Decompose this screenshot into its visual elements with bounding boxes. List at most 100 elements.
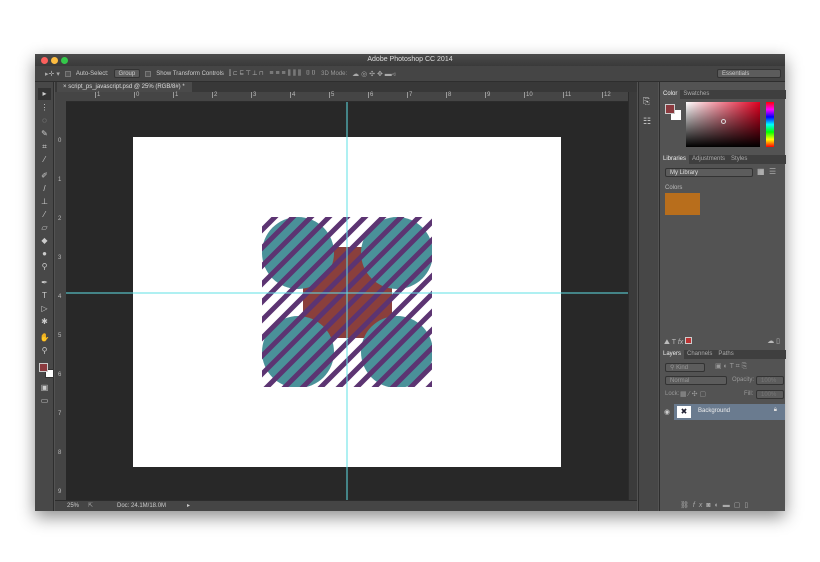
stripe	[442, 212, 622, 392]
document-tab[interactable]: × script_ps_javascript.psd @ 25% (RGB/8#…	[57, 82, 192, 92]
lock-icons[interactable]: ▦ ⁄ ✣ ▢	[680, 390, 706, 398]
tab-adjustments[interactable]: Adjustments	[689, 155, 728, 164]
hue-slider[interactable]	[766, 102, 774, 147]
layer-visibility-eye-icon[interactable]: ◉	[664, 408, 670, 416]
add-style-icon[interactable]: fx	[678, 339, 683, 346]
add-text-icon[interactable]: T	[672, 339, 676, 346]
paint-bucket-tool-icon[interactable]: ◆	[38, 235, 51, 247]
path-select-tool-icon[interactable]: ▷	[38, 303, 51, 315]
close-window-button[interactable]	[41, 57, 48, 64]
tab-styles[interactable]: Styles	[728, 155, 750, 164]
layer-filter-dropdown[interactable]: ⚲ Kind	[665, 363, 705, 372]
layers-footer-icons[interactable]: ⛓fx◙◐▬▢▯	[680, 501, 752, 509]
add-graphic-icon[interactable]: ⛰	[664, 339, 670, 346]
export-icon[interactable]: ⇱	[88, 501, 93, 511]
library-color-swatch[interactable]	[665, 193, 700, 215]
canvas-area[interactable]	[66, 102, 628, 500]
history-brush-tool-icon[interactable]: ⁄	[38, 209, 51, 221]
tab-libraries[interactable]: Libraries	[660, 155, 690, 164]
crop-tool-icon[interactable]: ⌗	[38, 141, 51, 153]
foreground-color-swatch[interactable]	[39, 363, 48, 372]
fill-input[interactable]: 100%	[756, 390, 784, 399]
list-view-icon[interactable]: ☰	[769, 167, 776, 176]
opacity-label: Opacity:	[732, 377, 755, 383]
ruler-label: 8	[58, 450, 62, 456]
dodge-tool-icon[interactable]: ⚲	[38, 261, 51, 273]
brush-tool-icon[interactable]: /	[38, 183, 51, 195]
status-menu-arrow-icon[interactable]: ▸	[187, 501, 190, 511]
stripe	[460, 212, 628, 392]
color-foreground-swatch[interactable]	[665, 104, 675, 114]
quick-select-tool-icon[interactable]: ✎	[38, 128, 51, 140]
blur-tool-icon[interactable]: ●	[38, 248, 51, 260]
screen-mode-icon[interactable]: ▭	[38, 395, 51, 407]
artwork	[66, 102, 628, 500]
color-spectrum[interactable]	[686, 102, 760, 147]
zoom-tool-icon[interactable]: ⚲	[38, 345, 51, 357]
align-icons[interactable]: ⫿ ⊏ ⊑ ⊤ ⊥ ⊓ ≡ ≡ ≡ ⫼ ⫼ ⫼ ▯▯	[229, 70, 316, 78]
add-color-icon[interactable]	[685, 337, 693, 344]
ruler-label: 7	[407, 92, 413, 98]
tab-color[interactable]: Color	[660, 90, 681, 99]
3d-mode-icons[interactable]: ☁ ◎ ✣ ✥ ▬◃	[352, 70, 395, 78]
grid-view-icon[interactable]: ▦	[757, 167, 765, 176]
options-bar: ▸✛ ▾ Auto-Select: Group Show Transform C…	[35, 66, 785, 82]
stripe	[586, 212, 628, 392]
pen-tool-icon[interactable]: ✒	[38, 277, 51, 289]
auto-select-checkbox[interactable]	[64, 70, 71, 77]
ruler-origin[interactable]	[55, 92, 66, 102]
zoom-window-button[interactable]	[61, 57, 68, 64]
healing-tool-icon[interactable]: ✐	[38, 170, 51, 182]
library-dropdown[interactable]: My Library	[665, 168, 753, 177]
ruler-label: 3	[58, 255, 62, 261]
color-panel-tabs: Color Swatches	[660, 90, 786, 99]
tab-channels[interactable]: Channels	[684, 350, 715, 359]
layer-row[interactable]: ✖ Background 🔒︎	[674, 404, 785, 420]
hand-tool-icon[interactable]: ✋	[38, 332, 51, 344]
eraser-tool-icon[interactable]: ▱	[38, 222, 51, 234]
filter-kind-label: Kind	[676, 365, 689, 371]
stamp-tool-icon[interactable]: ⊥	[38, 196, 51, 208]
close-tab-icon[interactable]: ×	[63, 84, 67, 90]
document-tab-title: script_ps_javascript.psd @ 25% (RGB/8#) …	[68, 84, 185, 90]
cloud-trash-icons[interactable]: ☁ ▯	[767, 337, 780, 345]
tab-paths[interactable]: Paths	[715, 350, 736, 359]
show-transform-label: Show Transform Controls	[156, 70, 224, 77]
ruler-label: 4	[290, 92, 296, 98]
type-tool-icon[interactable]: T	[38, 290, 51, 302]
ruler-label: 4	[58, 294, 62, 300]
tab-layers[interactable]: Layers	[660, 350, 685, 359]
ruler-label: 5	[329, 92, 335, 98]
tab-swatches[interactable]: Swatches	[680, 90, 712, 99]
eyedropper-tool-icon[interactable]: ⁄	[38, 154, 51, 166]
layer-name: Background	[698, 408, 731, 414]
show-transform-checkbox[interactable]	[145, 70, 152, 77]
opacity-input[interactable]: 100%	[756, 376, 784, 385]
marquee-tool-icon[interactable]: ⋮	[38, 102, 51, 114]
history-panel-icon[interactable]: ⎘	[643, 96, 650, 107]
ruler-label: 9	[485, 92, 491, 98]
stripe	[514, 212, 628, 392]
layer-filter-icons[interactable]: ▣ ◐ T ⌗ ⎘	[715, 362, 747, 371]
minimize-window-button[interactable]	[51, 57, 58, 64]
title-bar: Adobe Photoshop CC 2014	[35, 54, 785, 66]
lock-label: Lock:	[665, 391, 680, 397]
workspace-dropdown[interactable]: Essentials	[717, 69, 781, 78]
move-tool-preset-icon[interactable]: ▸✛ ▾	[45, 70, 60, 78]
ruler-label: 0	[134, 92, 140, 98]
color-picker-marker[interactable]	[721, 119, 726, 124]
zoom-level[interactable]: 25%	[67, 501, 79, 511]
vertical-scrollbar[interactable]	[628, 92, 637, 500]
library-footer-icons: ⛰ T fx ☁ ▯	[664, 337, 784, 347]
ruler-label: 2	[212, 92, 218, 98]
auto-select-dropdown[interactable]: Group	[113, 69, 141, 78]
lasso-tool-icon[interactable]: ◌	[38, 115, 51, 127]
blend-mode-dropdown[interactable]: Normal	[665, 376, 727, 385]
move-tool-icon[interactable]: ▸	[38, 88, 51, 100]
panel-dock: ⎘ ☷	[638, 82, 658, 511]
stripe	[407, 362, 432, 387]
properties-panel-icon[interactable]: ☷	[643, 116, 651, 127]
quick-mask-icon[interactable]: ▣	[38, 382, 51, 394]
stripe	[262, 217, 279, 234]
shape-tool-icon[interactable]: ✱	[38, 316, 51, 328]
